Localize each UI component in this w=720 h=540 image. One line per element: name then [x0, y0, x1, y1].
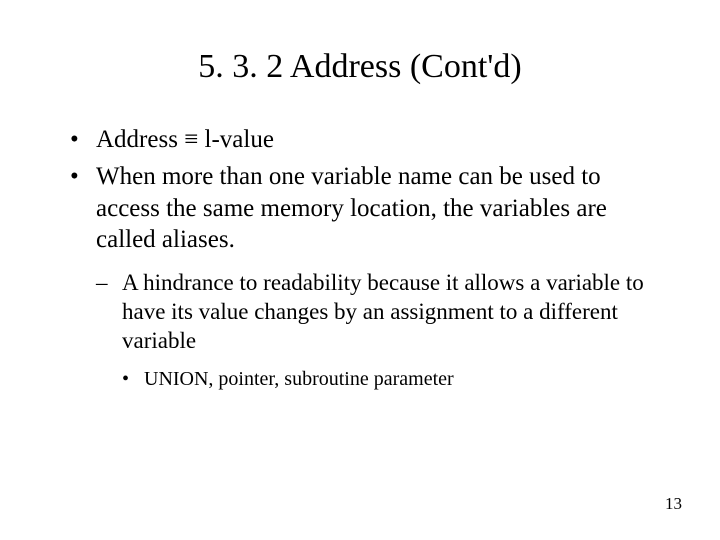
bullet-text: When more than one variable name can be … — [96, 163, 607, 253]
sub-bullet-text: A hindrance to readability because it al… — [122, 270, 644, 353]
bullet-item: When more than one variable name can be … — [70, 161, 660, 392]
page-number: 13 — [665, 494, 682, 514]
slide: 5. 3. 2 Address (Cont'd) Address ≡ l-val… — [0, 0, 720, 540]
bullet-item: Address ≡ l-value — [70, 124, 660, 155]
sub-sub-bullet-item: UNION, pointer, subroutine parameter — [122, 367, 660, 392]
sub-bullet-item: A hindrance to readability because it al… — [96, 269, 660, 392]
bullet-text: Address ≡ l-value — [96, 126, 274, 153]
sub-bullet-list: A hindrance to readability because it al… — [96, 269, 660, 392]
sub-sub-bullet-list: UNION, pointer, subroutine parameter — [122, 367, 660, 392]
bullet-list: Address ≡ l-value When more than one var… — [70, 124, 660, 392]
slide-title: 5. 3. 2 Address (Cont'd) — [0, 0, 720, 104]
sub-sub-bullet-text: UNION, pointer, subroutine parameter — [144, 368, 454, 390]
